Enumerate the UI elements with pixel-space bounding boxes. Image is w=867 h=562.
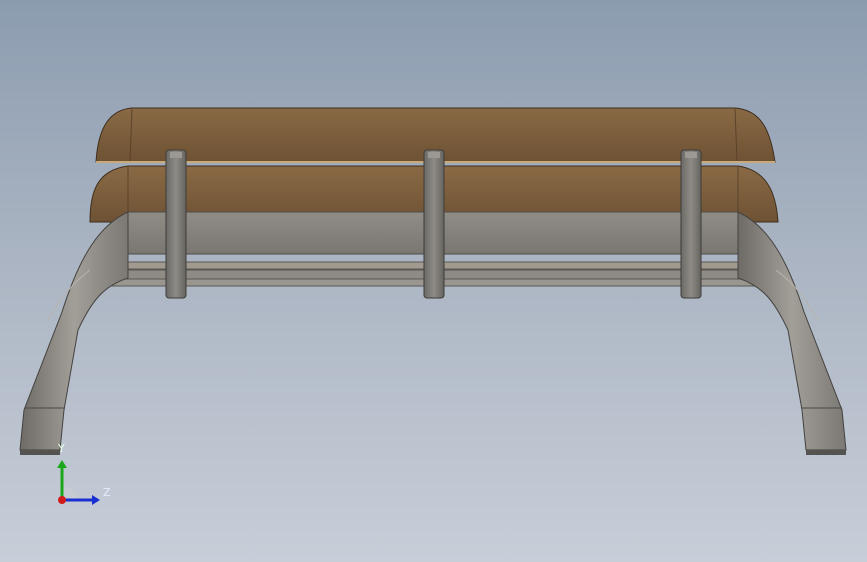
left-leg [19, 211, 129, 455]
graphics-viewport[interactable]: Y Z [0, 0, 867, 562]
post-center [423, 149, 445, 299]
x-axis-dot [58, 496, 66, 504]
y-axis-label: Y [58, 442, 65, 455]
bench-3d-model[interactable] [0, 0, 867, 562]
y-axis-arrowhead [57, 460, 67, 468]
post-left [165, 149, 187, 299]
z-axis-arrowhead [92, 495, 100, 505]
post-right [680, 149, 702, 299]
right-leg [737, 211, 847, 455]
z-axis-label: Z [103, 486, 111, 499]
